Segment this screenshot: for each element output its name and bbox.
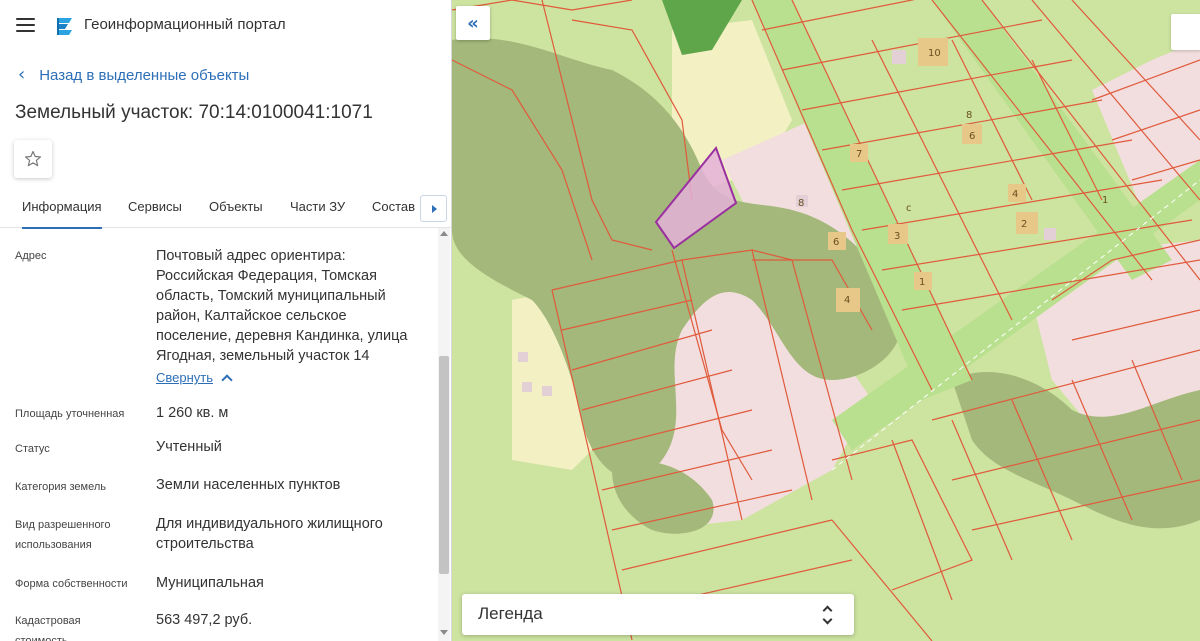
scroll-down-arrow-icon[interactable] bbox=[440, 630, 448, 635]
double-chevron-left-icon: « bbox=[467, 12, 479, 34]
permitted-use-label-line: использования bbox=[15, 539, 92, 551]
address-line: Российская Федерация, Томская bbox=[156, 268, 377, 284]
collapse-address-link[interactable]: Свернуть bbox=[156, 370, 233, 386]
plot-number: 10 bbox=[928, 48, 941, 59]
plot-number: 8 bbox=[798, 198, 804, 209]
ownership-label: Форма собственности bbox=[15, 578, 128, 590]
status-value: Учтенный bbox=[156, 439, 222, 455]
plot-number: 6 bbox=[969, 131, 975, 142]
legend-expand-icon[interactable] bbox=[823, 605, 833, 625]
plot-number: 2 bbox=[1021, 219, 1027, 230]
back-link-label: Назад в выделенные объекты bbox=[39, 66, 250, 84]
favorite-button[interactable] bbox=[14, 140, 52, 178]
area-value: 1 260 кв. м bbox=[156, 405, 229, 421]
address-line: Ягодная, земельный участок 14 bbox=[156, 348, 370, 364]
permitted-use-value-line: строительства bbox=[156, 536, 254, 552]
map-tool-button[interactable] bbox=[1171, 14, 1200, 50]
collapse-panel-button[interactable]: « bbox=[456, 6, 490, 40]
area-label: Площадь уточненная bbox=[15, 408, 125, 420]
object-title: Земельный участок: 70:14:0100041:1071 bbox=[15, 102, 373, 123]
scroll-up-arrow-icon[interactable] bbox=[440, 231, 448, 236]
tabs-scroll-right-button[interactable] bbox=[420, 195, 447, 222]
plot-number: 7 bbox=[856, 149, 862, 160]
portal-logo-icon bbox=[57, 18, 72, 35]
star-icon bbox=[24, 150, 42, 167]
tab-parts[interactable]: Части ЗУ bbox=[290, 186, 345, 228]
plot-number: 4 bbox=[844, 295, 850, 306]
permitted-use-label: Вид разрешенного использования bbox=[15, 515, 145, 555]
permitted-use-label-line: Вид разрешенного bbox=[15, 519, 111, 531]
plot-number: 1 bbox=[919, 277, 925, 288]
cadastral-value-label-line: стоимость bbox=[15, 635, 68, 641]
cadastral-value-label: Кадастровая стоимость bbox=[15, 611, 145, 641]
app-title: Геоинформационный портал bbox=[84, 16, 286, 33]
status-label: Статус bbox=[15, 443, 50, 455]
tab-information[interactable]: Информация bbox=[22, 186, 102, 229]
back-to-selected-link[interactable]: ‹ Назад в выделенные объекты bbox=[18, 66, 249, 84]
address-line: Почтовый адрес ориентира: bbox=[156, 248, 346, 264]
legend-title: Легенда bbox=[478, 604, 543, 623]
address-line: район, Калтайское сельское bbox=[156, 308, 347, 324]
scrollbar-thumb[interactable] bbox=[439, 356, 449, 574]
legend-panel[interactable]: Легенда bbox=[462, 594, 854, 635]
ownership-value: Муниципальная bbox=[156, 575, 264, 591]
tab-objects[interactable]: Объекты bbox=[209, 186, 263, 228]
plot-number: 3 bbox=[894, 231, 900, 242]
collapse-label: Свернуть bbox=[156, 370, 214, 385]
address-value: Почтовый адрес ориентира: Российская Фед… bbox=[156, 246, 428, 366]
land-category-label: Категория земель bbox=[15, 481, 106, 493]
tab-composition[interactable]: Состав bbox=[372, 186, 415, 228]
plot-number: 4 bbox=[1012, 189, 1018, 200]
plot-number: 1 bbox=[1102, 195, 1108, 206]
permitted-use-value-line: Для индивидуального жилищного bbox=[156, 516, 383, 532]
map-view[interactable]: 10 8 6 7 6 4 2 3 1 4 8 1 c « Легенда bbox=[452, 0, 1200, 641]
plot-number: 8 bbox=[966, 110, 972, 121]
chevron-up-icon bbox=[221, 373, 233, 386]
tab-bar: Информация Сервисы Объекты Части ЗУ Сост… bbox=[0, 186, 451, 229]
plot-number: 6 bbox=[833, 237, 839, 248]
plot-number: c bbox=[906, 203, 912, 214]
tab-services[interactable]: Сервисы bbox=[128, 186, 182, 228]
permitted-use-value: Для индивидуального жилищного строительс… bbox=[156, 514, 428, 554]
cadastral-value-label-line: Кадастровая bbox=[15, 615, 81, 627]
land-category-value: Земли населенных пунктов bbox=[156, 477, 341, 493]
info-panel: Геоинформационный портал ‹ Назад в выдел… bbox=[0, 0, 452, 641]
chevron-left-icon: ‹ bbox=[18, 64, 26, 85]
hamburger-menu-icon[interactable] bbox=[16, 17, 35, 33]
address-line: область, Томский муниципальный bbox=[156, 288, 386, 304]
top-bar: Геоинформационный портал bbox=[0, 0, 451, 52]
cadastral-map[interactable]: 10 8 6 7 6 4 2 3 1 4 8 1 c bbox=[452, 0, 1200, 641]
cadastral-value: 563 497,2 руб. bbox=[156, 612, 253, 628]
address-line: поселение, деревня Кандинка, улица bbox=[156, 328, 408, 344]
address-label: Адрес bbox=[15, 250, 47, 262]
